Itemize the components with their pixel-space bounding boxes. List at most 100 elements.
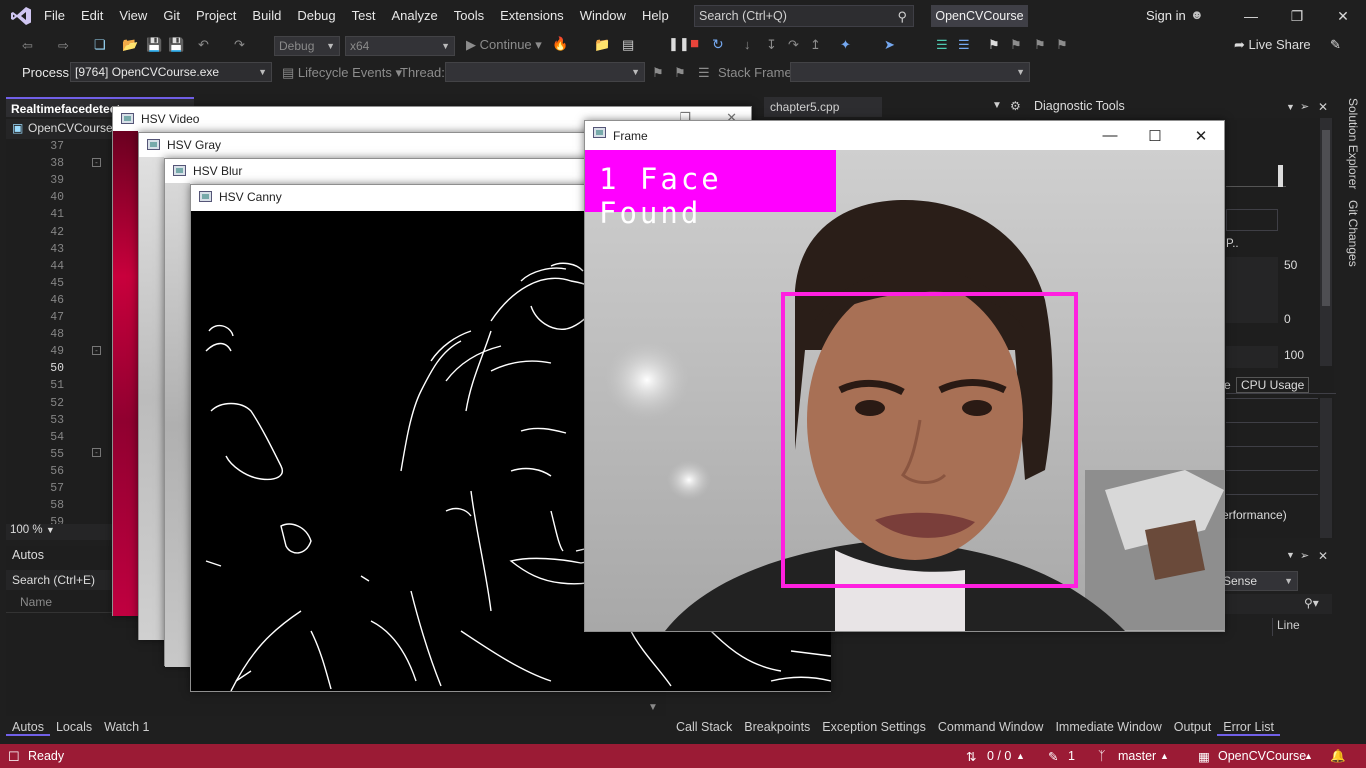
bookmark-icon[interactable]: ⚑	[988, 37, 1000, 53]
uncomment-icon[interactable]: ☰	[958, 37, 970, 53]
layout-icon[interactable]: ▤	[622, 37, 634, 53]
fold-collapse-icon[interactable]: -	[92, 346, 101, 355]
prev-bookmark-icon[interactable]: ⚑	[1010, 37, 1022, 53]
redo-icon[interactable]: ↷	[234, 37, 245, 53]
chevron-up-icon[interactable]: ▲	[1160, 751, 1169, 761]
tab-overflow-icon[interactable]: ▼	[992, 100, 1002, 111]
step-back-icon[interactable]: ↷	[788, 37, 799, 53]
diag-scroll-thumb[interactable]	[1322, 130, 1330, 306]
flag-icon[interactable]: ⚑	[652, 65, 664, 81]
forward-icon[interactable]: ⇨	[58, 38, 69, 54]
notifications-icon[interactable]: 🔔	[1330, 749, 1346, 764]
platform-select[interactable]: x64 ▼	[345, 36, 455, 56]
clear-bookmarks-icon[interactable]: ⚑	[1056, 37, 1068, 53]
restart-icon[interactable]: ↻	[712, 36, 724, 53]
frame-window[interactable]: Frame — ☐ ✕ 1 Face Found	[584, 120, 1225, 632]
configuration-select[interactable]: Debug ▼	[274, 36, 340, 56]
pending-changes-icon[interactable]: ✎	[1048, 749, 1058, 764]
chevron-up-icon[interactable]: ▲	[1016, 751, 1025, 761]
tab-chapter5[interactable]: chapter5.cpp	[764, 97, 882, 117]
hot-reload-icon[interactable]: 🔥	[552, 36, 568, 52]
minimize-icon[interactable]: —	[1095, 127, 1125, 144]
repo-icon[interactable]: ▦	[1198, 749, 1210, 764]
tab-settings-icon[interactable]: ⚙	[1010, 99, 1021, 113]
tab-command-window[interactable]: Command Window	[932, 718, 1050, 736]
pointer-icon[interactable]: ➤	[884, 37, 895, 53]
error-line-column[interactable]: Line	[1272, 618, 1332, 636]
fold-collapse-icon[interactable]: -	[92, 448, 101, 457]
pin-icon[interactable]: ➢	[1300, 549, 1309, 562]
tab-immediate-window[interactable]: Immediate Window	[1049, 718, 1167, 736]
stop-icon[interactable]: ■	[690, 35, 699, 52]
repo-name[interactable]: OpenCVCourse	[1218, 749, 1306, 763]
tab-output[interactable]: Output	[1168, 718, 1218, 736]
step-out-icon[interactable]: ↥	[810, 37, 821, 53]
tab-call-stack[interactable]: Call Stack	[670, 718, 738, 736]
pin-icon[interactable]: ➢	[1300, 100, 1309, 113]
git-changes-tab[interactable]: Git Changes	[1346, 200, 1360, 267]
open-folder-icon[interactable]: 📂	[122, 37, 138, 53]
comment-icon[interactable]: ☰	[936, 37, 948, 53]
next-bookmark-icon[interactable]: ⚑	[1034, 37, 1046, 53]
menu-item-edit[interactable]: Edit	[73, 0, 111, 32]
solution-explorer-tab[interactable]: Solution Explorer	[1346, 98, 1360, 189]
step-into-icon[interactable]: ↓	[744, 37, 751, 52]
tab-error-list[interactable]: Error List	[1217, 718, 1280, 736]
step-over-icon[interactable]: ↧	[766, 37, 777, 53]
tab-exception-settings[interactable]: Exception Settings	[816, 718, 932, 736]
zoom-level[interactable]: 100 % ▼	[6, 524, 126, 540]
visual-studio-logo-icon[interactable]	[10, 6, 34, 26]
chevron-down-icon[interactable]: ▼	[1286, 102, 1295, 112]
diag-filter-input[interactable]	[1226, 209, 1278, 231]
fold-collapse-icon[interactable]: -	[92, 158, 101, 167]
sign-in-link[interactable]: Sign in	[1146, 8, 1186, 23]
menu-item-build[interactable]: Build	[244, 0, 289, 32]
branch-name[interactable]: master	[1118, 749, 1156, 763]
menu-item-test[interactable]: Test	[344, 0, 384, 32]
new-project-icon[interactable]: ❏	[94, 37, 106, 53]
close-icon[interactable]: ✕	[1186, 127, 1216, 145]
solution-name-badge[interactable]: OpenCVCourse	[931, 5, 1028, 27]
process-select[interactable]: [9764] OpenCVCourse.exe ▼	[70, 62, 272, 82]
menu-item-analyze[interactable]: Analyze	[383, 0, 445, 32]
window-titlebar[interactable]: Frame — ☐ ✕	[585, 121, 1224, 150]
show-threads-icon[interactable]: ✦	[840, 37, 851, 53]
thread-select[interactable]: ▼	[445, 62, 645, 82]
events-scrollbar[interactable]	[1320, 398, 1332, 538]
search-input[interactable]: Search (Ctrl+Q) ⚲	[694, 5, 914, 27]
folder-icon[interactable]: 📁	[594, 37, 610, 53]
back-icon[interactable]: ⇦	[22, 38, 33, 54]
tab-autos[interactable]: Autos	[6, 718, 50, 736]
live-share-button[interactable]: ➦ Live Share	[1234, 37, 1311, 53]
scroll-down-icon[interactable]: ▼	[648, 702, 658, 713]
stack-frame-select[interactable]: ▼	[790, 62, 1030, 82]
sync-count[interactable]: 0 / 0	[987, 749, 1011, 763]
tab-watch-1[interactable]: Watch 1	[98, 718, 155, 736]
menu-item-extensions[interactable]: Extensions	[492, 0, 572, 32]
close-panel-icon[interactable]: ✕	[1318, 100, 1328, 114]
undo-icon[interactable]: ↶	[198, 37, 209, 53]
restore-icon[interactable]: ❐	[1274, 0, 1320, 32]
menu-item-window[interactable]: Window	[572, 0, 634, 32]
pending-changes-count[interactable]: 1	[1068, 749, 1075, 763]
save-icon[interactable]: 💾	[146, 37, 162, 53]
tab-cpu-usage[interactable]: CPU Usage	[1236, 377, 1310, 393]
menu-item-help[interactable]: Help	[634, 0, 677, 32]
continue-button[interactable]: ▶ Continue ▾	[466, 37, 542, 53]
menu-item-debug[interactable]: Debug	[289, 0, 343, 32]
menu-item-view[interactable]: View	[111, 0, 155, 32]
minimize-icon[interactable]: —	[1228, 0, 1274, 32]
menu-item-tools[interactable]: Tools	[446, 0, 492, 32]
save-all-icon[interactable]: 💾	[168, 37, 184, 53]
build-intellisense-select[interactable]: Sense ▼	[1218, 571, 1298, 591]
error-search-input[interactable]: ⚲▾	[1218, 594, 1332, 614]
tab-breakpoints[interactable]: Breakpoints	[738, 718, 816, 736]
feedback-icon[interactable]: ✎	[1330, 37, 1341, 53]
menu-item-project[interactable]: Project	[188, 0, 244, 32]
maximize-icon[interactable]: ☐	[1140, 127, 1170, 145]
chevron-down-icon[interactable]: ▼	[1286, 550, 1295, 560]
pause-icon[interactable]: ❚❚	[668, 36, 690, 52]
close-panel-icon[interactable]: ✕	[1318, 549, 1328, 563]
close-icon[interactable]: ✕	[1320, 0, 1366, 32]
lifecycle-events-button[interactable]: ▤ Lifecycle Events ▾	[282, 65, 402, 81]
